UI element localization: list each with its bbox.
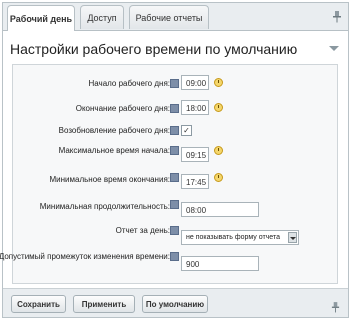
- clock-icon[interactable]: [214, 103, 223, 112]
- day-end-input[interactable]: 18:00: [181, 100, 209, 115]
- clock-icon[interactable]: [214, 146, 223, 155]
- row-min-duration: Минимальная продолжительность: 08:00: [13, 200, 337, 221]
- resume-override-checkbox[interactable]: [170, 126, 179, 135]
- min-end-override-checkbox[interactable]: [170, 173, 179, 182]
- day-end-label: Окончание рабочего дня:: [75, 104, 170, 113]
- min-end-input[interactable]: 17:45: [181, 174, 209, 189]
- tab-work-reports[interactable]: Рабочие отчеты: [129, 5, 209, 29]
- tab-access[interactable]: Доступ: [80, 5, 124, 29]
- min-duration-override-checkbox[interactable]: [170, 200, 179, 209]
- row-max-start: Максимальное время начала: 09:15: [13, 145, 337, 165]
- settings-window: Рабочий день Доступ Рабочие отчеты Настр…: [0, 2, 349, 318]
- settings-form: Начало рабочего дня: 09:00 Окончание раб…: [0, 64, 338, 284]
- day-report-override-checkbox[interactable]: [170, 226, 179, 235]
- chevron-down-icon[interactable]: [288, 232, 297, 243]
- collapse-icon[interactable]: [329, 46, 339, 51]
- save-button[interactable]: Сохранить: [11, 295, 66, 313]
- allowed-change-override-checkbox[interactable]: [170, 252, 179, 261]
- default-button[interactable]: По умолчанию: [142, 295, 208, 313]
- tab-bar: Рабочий день Доступ Рабочие отчеты: [3, 3, 348, 31]
- row-resume: Возобновление рабочего дня: ✓: [13, 123, 337, 143]
- resume-label: Возобновление рабочего дня:: [58, 126, 170, 135]
- max-start-override-checkbox[interactable]: [170, 146, 179, 155]
- clock-icon[interactable]: [214, 173, 223, 182]
- day-start-label: Начало рабочего дня:: [88, 79, 170, 88]
- allowed-change-label: Допустимый промежуток изменения времени:: [0, 252, 170, 261]
- max-start-label: Максимальное время начала:: [58, 146, 170, 155]
- day-report-label: Отчет за день:: [115, 226, 170, 235]
- row-day-start: Начало рабочего дня: 09:00: [13, 75, 337, 95]
- settings-panel: Настройки рабочего времени по умолчанию …: [0, 30, 348, 289]
- min-end-label: Минимальное время окончания:: [49, 175, 170, 184]
- clock-icon[interactable]: [214, 78, 223, 87]
- row-min-end: Минимальное время окончания: 17:45: [13, 172, 337, 192]
- row-day-report: Отчет за день: не показывать форму отчет…: [13, 225, 337, 245]
- allowed-change-input[interactable]: 900: [181, 256, 259, 271]
- max-start-input[interactable]: 09:15: [181, 147, 209, 162]
- day-start-input[interactable]: 09:00: [181, 75, 209, 90]
- row-day-end: Окончание рабочего дня: 18:00: [13, 100, 337, 120]
- button-bar: Сохранить Применить По умолчанию: [3, 288, 348, 318]
- day-report-selected: не показывать форму отчета: [186, 234, 280, 241]
- pin-icon[interactable]: [331, 302, 340, 313]
- day-report-select[interactable]: не показывать форму отчета: [181, 230, 299, 245]
- row-allowed-change: Допустимый промежуток изменения времени:…: [0, 252, 337, 272]
- apply-button[interactable]: Применить: [73, 295, 135, 313]
- day-start-override-checkbox[interactable]: [170, 79, 179, 88]
- min-duration-input[interactable]: 08:00: [181, 202, 259, 217]
- day-end-override-checkbox[interactable]: [170, 104, 179, 113]
- min-duration-label: Минимальная продолжительность:: [39, 202, 170, 211]
- tab-work-day[interactable]: Рабочий день: [7, 5, 75, 31]
- resume-checkbox[interactable]: ✓: [181, 125, 192, 136]
- panel-title: Настройки рабочего времени по умолчанию: [10, 41, 298, 57]
- pin-icon[interactable]: [332, 11, 342, 23]
